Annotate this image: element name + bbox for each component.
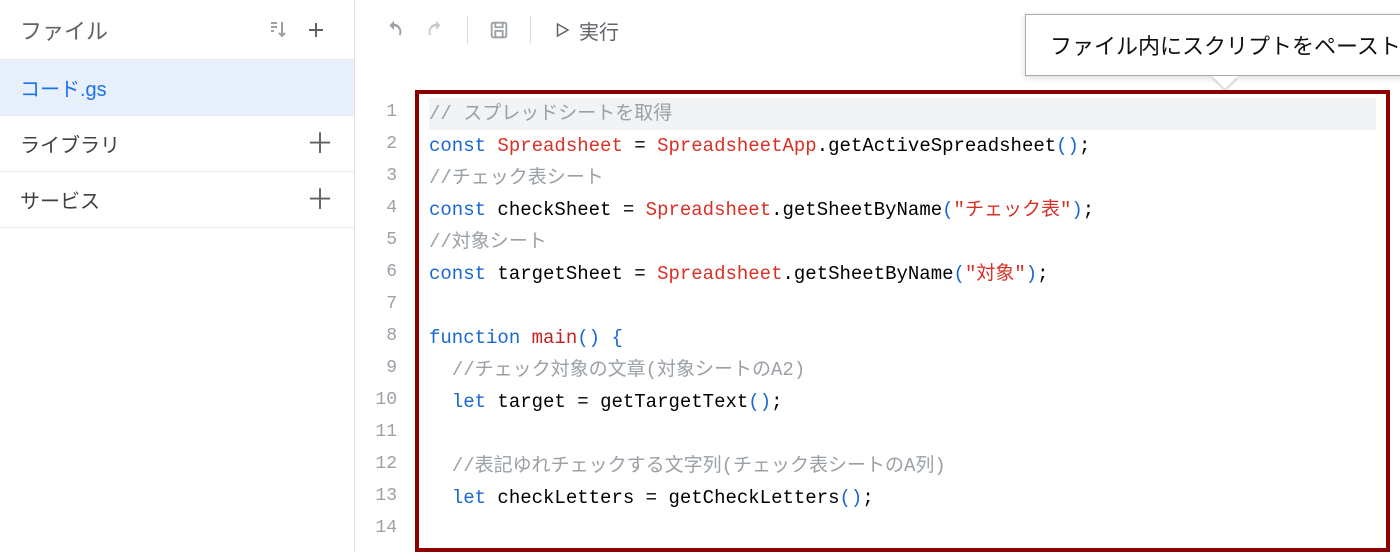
code-line[interactable]: // スプレッドシートを取得: [429, 98, 1376, 130]
code-line[interactable]: function main() {: [429, 322, 1376, 354]
code-line[interactable]: let target = getTargetText();: [429, 386, 1376, 418]
code-area[interactable]: // スプレッドシートを取得const Spreadsheet = Spread…: [415, 90, 1390, 552]
line-number: 2: [355, 128, 397, 160]
toolbar-separator: [530, 16, 531, 44]
redo-button[interactable]: [417, 13, 455, 47]
sort-az-icon[interactable]: [262, 12, 298, 48]
libraries-label: ライブラリ: [20, 129, 306, 158]
line-number: 8: [355, 320, 397, 352]
line-number: 1: [355, 96, 397, 128]
code-line[interactable]: const checkSheet = Spreadsheet.getSheetB…: [429, 194, 1376, 226]
add-file-icon[interactable]: [298, 12, 334, 48]
line-number: 3: [355, 160, 397, 192]
line-number: 7: [355, 288, 397, 320]
code-line[interactable]: [429, 418, 1376, 450]
libraries-item[interactable]: ライブラリ ＋: [0, 116, 354, 172]
sidebar-title: ファイル: [20, 14, 262, 46]
add-library-icon[interactable]: ＋: [306, 130, 334, 158]
run-button-label: 実行: [579, 16, 619, 45]
annotation-text: ファイル内にスクリプトをペースト: [1025, 14, 1400, 76]
code-line[interactable]: let checkLetters = getCheckLetters();: [429, 482, 1376, 514]
code-line[interactable]: const Spreadsheet = SpreadsheetApp.getAc…: [429, 130, 1376, 162]
main-area: ファイル内にスクリプトをペースト 実行 1234567891011121314 …: [355, 0, 1400, 552]
file-item-code-gs[interactable]: コード.gs: [0, 60, 354, 116]
line-number: 5: [355, 224, 397, 256]
line-number: 13: [355, 480, 397, 512]
save-button[interactable]: [480, 13, 518, 47]
line-number-gutter: 1234567891011121314: [355, 90, 415, 552]
code-line[interactable]: const targetSheet = Spreadsheet.getSheet…: [429, 258, 1376, 290]
code-line[interactable]: //対象シート: [429, 226, 1376, 258]
line-number: 14: [355, 512, 397, 544]
line-number: 4: [355, 192, 397, 224]
code-line[interactable]: //表記ゆれチェックする文字列(チェック表シートのA列): [429, 450, 1376, 482]
toolbar-separator: [467, 16, 468, 44]
undo-button[interactable]: [375, 13, 413, 47]
line-number: 10: [355, 384, 397, 416]
annotation-callout: ファイル内にスクリプトをペースト: [1025, 14, 1400, 76]
run-button[interactable]: 実行: [543, 10, 629, 51]
add-service-icon[interactable]: ＋: [306, 186, 334, 214]
line-number: 6: [355, 256, 397, 288]
code-line[interactable]: //チェック表シート: [429, 162, 1376, 194]
sidebar: ファイル コード.gs ライブラリ ＋ サービス ＋: [0, 0, 355, 552]
sidebar-header: ファイル: [0, 0, 354, 60]
line-number: 9: [355, 352, 397, 384]
services-label: サービス: [20, 185, 306, 214]
code-line[interactable]: //チェック対象の文章(対象シートのA2): [429, 354, 1376, 386]
services-item[interactable]: サービス ＋: [0, 172, 354, 228]
editor[interactable]: 1234567891011121314 // スプレッドシートを取得const …: [355, 60, 1400, 552]
code-line[interactable]: [429, 514, 1376, 546]
annotation-arrow-icon: [1212, 76, 1238, 89]
file-item-label: コード.gs: [20, 73, 334, 102]
line-number: 11: [355, 416, 397, 448]
code-line[interactable]: [429, 290, 1376, 322]
line-number: 12: [355, 448, 397, 480]
